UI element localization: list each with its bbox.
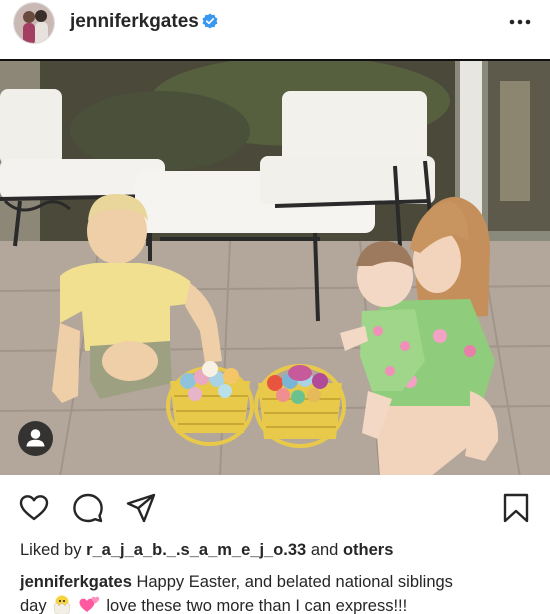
post-username[interactable]: jenniferkgates xyxy=(70,11,199,33)
likes-others-link[interactable]: others xyxy=(343,541,393,559)
heart-icon[interactable] xyxy=(18,492,50,524)
two-hearts-icon xyxy=(78,593,102,614)
caption-text-2: day xyxy=(20,597,47,614)
comment-icon[interactable] xyxy=(72,492,104,524)
hatching-chick-icon xyxy=(51,593,73,614)
likes-and: and xyxy=(310,541,339,559)
caption-text-3: love these two more than I can express!!… xyxy=(106,597,408,614)
bookmark-icon[interactable] xyxy=(500,492,532,524)
post-header: jenniferkgates xyxy=(0,0,550,60)
likes-summary: Liked by r_a_j_a_b._.s_a_m_e_j_o.33 and … xyxy=(20,541,393,560)
verified-badge-icon xyxy=(202,13,218,29)
action-bar xyxy=(0,486,550,530)
likes-prefix: Liked by xyxy=(20,541,82,559)
more-horizontal-icon[interactable] xyxy=(505,12,535,32)
paper-plane-icon[interactable] xyxy=(125,492,157,524)
profile-avatar[interactable] xyxy=(13,2,55,44)
post-photo[interactable] xyxy=(0,59,550,475)
post-caption: jenniferkgates Happy Easter, and belated… xyxy=(20,572,532,614)
caption-username[interactable]: jenniferkgates xyxy=(20,573,132,591)
likes-user-link[interactable]: r_a_j_a_b._.s_a_m_e_j_o.33 xyxy=(86,541,306,559)
caption-text-1: Happy Easter, and belated national sibli… xyxy=(136,573,453,591)
user-tag-icon[interactable] xyxy=(18,421,53,456)
